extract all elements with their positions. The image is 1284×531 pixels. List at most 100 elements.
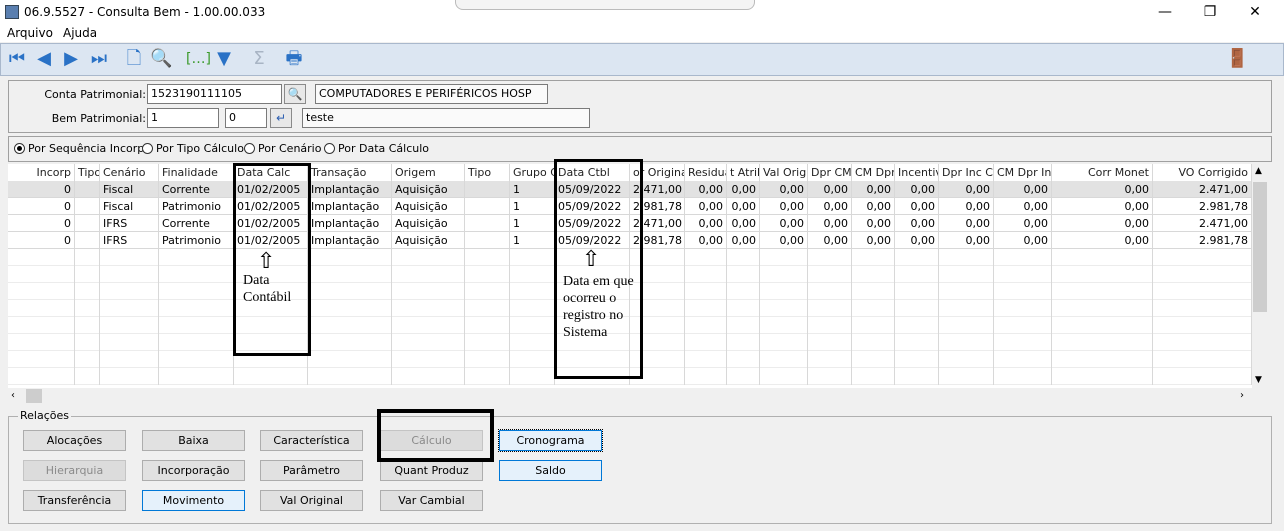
table-cell: 0,00 [895,232,939,249]
previous-icon[interactable]: ◀ [33,48,55,70]
table-cell [75,198,100,215]
table-cell [852,334,895,351]
column-header[interactable]: Transação [308,164,392,181]
scroll-down-icon[interactable]: ▼ [1255,375,1262,385]
table-cell: 0,00 [1052,215,1153,232]
relation-button-val-original[interactable]: Val Original [260,490,363,511]
table-cell: 0,00 [685,181,727,198]
menu-ajuda[interactable]: Ajuda [63,26,97,40]
annotation-box-calculo [377,409,494,462]
order-radio-3[interactable]: Por Data Cálculo [324,142,429,155]
last-icon[interactable]: ⏭ [88,48,110,70]
table-cell [465,181,510,198]
table-cell [1153,300,1252,317]
column-header[interactable]: t Atrib [727,164,760,181]
relation-button-transfer-ncia[interactable]: Transferência [23,490,126,511]
table-cell: 2.471,00 [1153,215,1252,232]
relation-button-saldo[interactable]: Saldo [499,460,602,481]
table-cell [939,334,994,351]
table-cell [465,266,510,283]
table-cell [8,249,75,266]
scroll-right-icon[interactable]: › [1240,390,1244,401]
scroll-up-icon[interactable]: ▲ [1255,166,1262,176]
order-radio-2[interactable]: Por Cenário [244,142,321,155]
column-header[interactable]: Incorp [8,164,75,181]
table-cell: 2.981,78 [1153,232,1252,249]
column-header[interactable]: Cenário [100,164,159,181]
column-header[interactable]: Dpr Inc CM [939,164,994,181]
radio-circle[interactable] [324,143,335,154]
bem-seq-input[interactable]: 0 [225,108,267,128]
table-cell [1052,283,1153,300]
print-icon[interactable]: 🖶 [283,48,305,70]
bem-input[interactable]: 1 [147,108,219,128]
maximize-button[interactable]: ❐ [1195,2,1225,22]
exit-door-icon[interactable]: 🚪 [1226,48,1248,70]
table-cell [392,283,465,300]
relation-button-incorpora-o[interactable]: Incorporação [142,460,245,481]
column-header[interactable]: Tipo [75,164,100,181]
filter-icon[interactable]: ▼ [213,48,235,70]
preview-icon[interactable]: 🔍 [150,48,172,70]
new-document-icon[interactable]: 🗋 [123,48,145,70]
table-cell [308,283,392,300]
order-radio-0[interactable]: Por Sequência Incorp [14,142,144,155]
table-cell [808,368,852,385]
radio-label: Por Sequência Incorp [28,142,145,155]
relation-button-baixa[interactable]: Baixa [142,430,245,451]
next-icon[interactable]: ▶ [60,48,82,70]
vertical-scroll-thumb[interactable] [1253,182,1267,312]
table-cell [727,317,760,334]
table-cell: Implantação [308,198,392,215]
first-icon[interactable]: ⏮ [6,48,28,70]
table-cell [994,317,1052,334]
enter-button[interactable]: ↵ [270,108,292,128]
radio-circle[interactable] [244,143,255,154]
order-radio-1[interactable]: Por Tipo Cálculo [142,142,244,155]
horizontal-scroll-thumb[interactable] [26,389,42,403]
relation-button-movimento[interactable]: Movimento [142,490,245,511]
table-cell [685,300,727,317]
drag-handle[interactable] [455,0,755,10]
column-header[interactable]: Incentiv [895,164,939,181]
close-button[interactable]: ✕ [1240,2,1270,22]
column-header[interactable]: Dpr CM [808,164,852,181]
scroll-left-icon[interactable]: ‹ [11,390,15,401]
radio-label: Por Cenário [258,142,322,155]
table-cell [1052,368,1153,385]
table-cell [1052,334,1153,351]
column-header[interactable]: CM Dpr Inc [994,164,1052,181]
table-cell [8,351,75,368]
column-header[interactable]: Origem [392,164,465,181]
column-header[interactable]: Finalidade [159,164,234,181]
column-header[interactable]: Corr Monet [1052,164,1153,181]
bem-label: Bem Patrimonial: [51,112,146,125]
column-header[interactable]: Residual [685,164,727,181]
radio-circle[interactable] [14,143,25,154]
radio-label: Por Data Cálculo [338,142,430,155]
table-cell: 0,00 [852,215,895,232]
relation-button-var-cambial[interactable]: Var Cambial [380,490,483,511]
conta-input[interactable]: 1523190111105 [147,84,282,104]
table-cell [8,283,75,300]
relation-button-par-metro[interactable]: Parâmetro [260,460,363,481]
table-cell [392,249,465,266]
relation-button-quant-produz[interactable]: Quant Produz [380,460,483,481]
relation-button-cronograma[interactable]: Cronograma [498,429,603,452]
table-cell: Aquisição [392,181,465,198]
column-header[interactable]: VO Corrigido [1153,164,1252,181]
table-cell [808,334,852,351]
minimize-button[interactable]: — [1150,2,1180,22]
column-header[interactable]: CM Dpr [852,164,895,181]
radio-circle[interactable] [142,143,153,154]
relation-button-caracter-stica[interactable]: Característica [260,430,363,451]
column-header[interactable]: Val Orig [760,164,808,181]
relation-button-aloca-es[interactable]: Alocações [23,430,126,451]
horizontal-scrollbar[interactable] [8,388,1252,404]
table-cell: 0 [8,181,75,198]
column-header[interactable]: Tipo [465,164,510,181]
menu-arquivo[interactable]: Arquivo [7,26,53,40]
column-header[interactable]: Grupo Ca [510,164,555,181]
ellipsis-bracket-icon[interactable]: […] [186,48,211,70]
search-button[interactable]: 🔍 [284,84,306,104]
